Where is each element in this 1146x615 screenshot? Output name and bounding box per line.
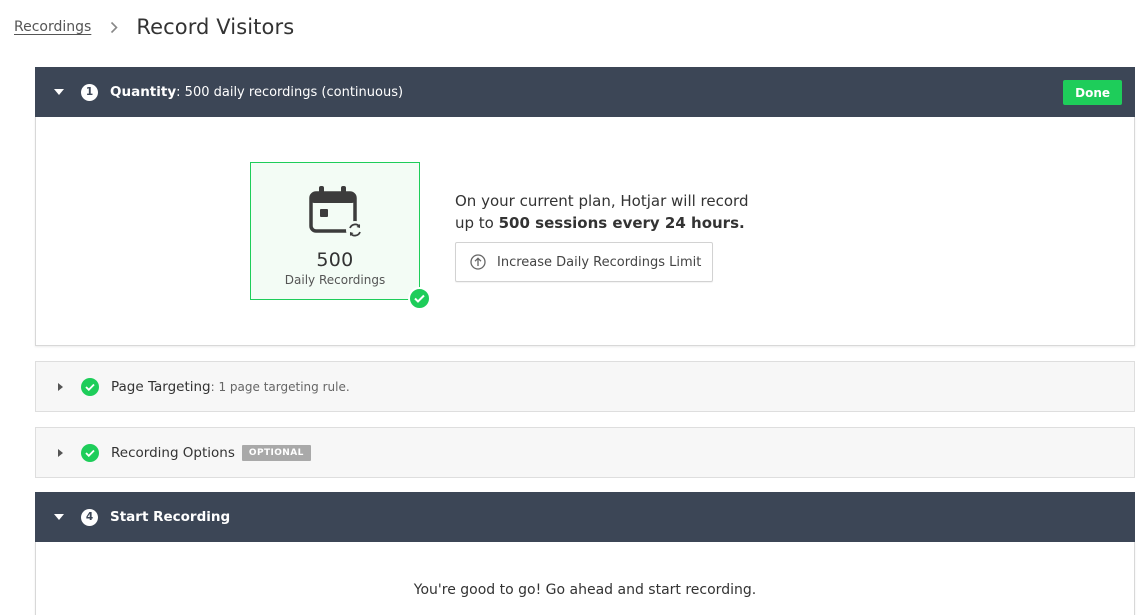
optional-badge: OPTIONAL (241, 444, 311, 461)
step-number-badge: 4 (81, 508, 98, 526)
done-button[interactable]: Done (1063, 80, 1122, 105)
plan-line-2: up to 500 sessions every 24 hours. (455, 214, 745, 232)
step-page-targeting-header[interactable]: Page Targeting : 1 page targeting rule. (35, 361, 1135, 412)
breadcrumb: Recordings Record Visitors (14, 10, 294, 44)
plan-sessions-limit: 500 sessions every 24 hours. (498, 214, 745, 232)
plan-line-1: On your current plan, Hotjar will record (455, 192, 749, 210)
caret-right-icon[interactable] (36, 428, 84, 477)
step-recording-options-title: Recording Options (111, 444, 235, 461)
step-start-recording: 4 Start Recording You're good to go! Go … (35, 492, 1135, 615)
step-quantity-detail: : 500 daily recordings (continuous) (176, 84, 404, 100)
step-recording-options-header[interactable]: Recording Options OPTIONAL (35, 427, 1135, 478)
calendar-refresh-icon (307, 184, 364, 244)
step-quantity-header[interactable]: 1 Quantity : 500 daily recordings (conti… (35, 67, 1135, 117)
daily-recordings-card[interactable]: 500 Daily Recordings (250, 162, 431, 310)
plan-description: On your current plan, Hotjar will record… (455, 190, 748, 234)
step-page-targeting-detail: : 1 page targeting rule. (210, 379, 350, 394)
arrow-up-circle-icon (470, 254, 486, 270)
step-quantity-body: 500 Daily Recordings On your current pla… (35, 117, 1135, 346)
daily-recordings-value: 500 (316, 249, 354, 271)
step-start-recording-body: You're good to go! Go ahead and start re… (35, 542, 1135, 615)
step-recording-options: Recording Options OPTIONAL (35, 427, 1135, 478)
chevron-right-icon (110, 21, 118, 34)
increase-limit-label: Increase Daily Recordings Limit (497, 254, 702, 270)
check-circle-icon (81, 443, 99, 462)
step-start-recording-title: Start Recording (110, 509, 231, 525)
caret-down-icon[interactable] (35, 67, 83, 117)
daily-recordings-label: Daily Recordings (284, 273, 386, 287)
step-number-badge: 1 (81, 83, 98, 101)
start-recording-message: You're good to go! Go ahead and start re… (413, 582, 757, 598)
step-quantity: 1 Quantity : 500 daily recordings (conti… (35, 67, 1135, 346)
step-page-targeting: Page Targeting : 1 page targeting rule. (35, 361, 1135, 412)
caret-down-icon[interactable] (35, 492, 83, 542)
step-start-recording-header[interactable]: 4 Start Recording (35, 492, 1135, 542)
caret-right-icon[interactable] (36, 362, 84, 411)
step-page-targeting-title: Page Targeting (111, 378, 211, 395)
page-title: Record Visitors (136, 15, 295, 39)
breadcrumb-recordings-link[interactable]: Recordings (14, 19, 91, 35)
check-circle-icon (81, 377, 99, 396)
increase-limit-button[interactable]: Increase Daily Recordings Limit (455, 242, 713, 282)
check-circle-icon (408, 287, 431, 310)
step-quantity-title: Quantity (110, 84, 177, 100)
